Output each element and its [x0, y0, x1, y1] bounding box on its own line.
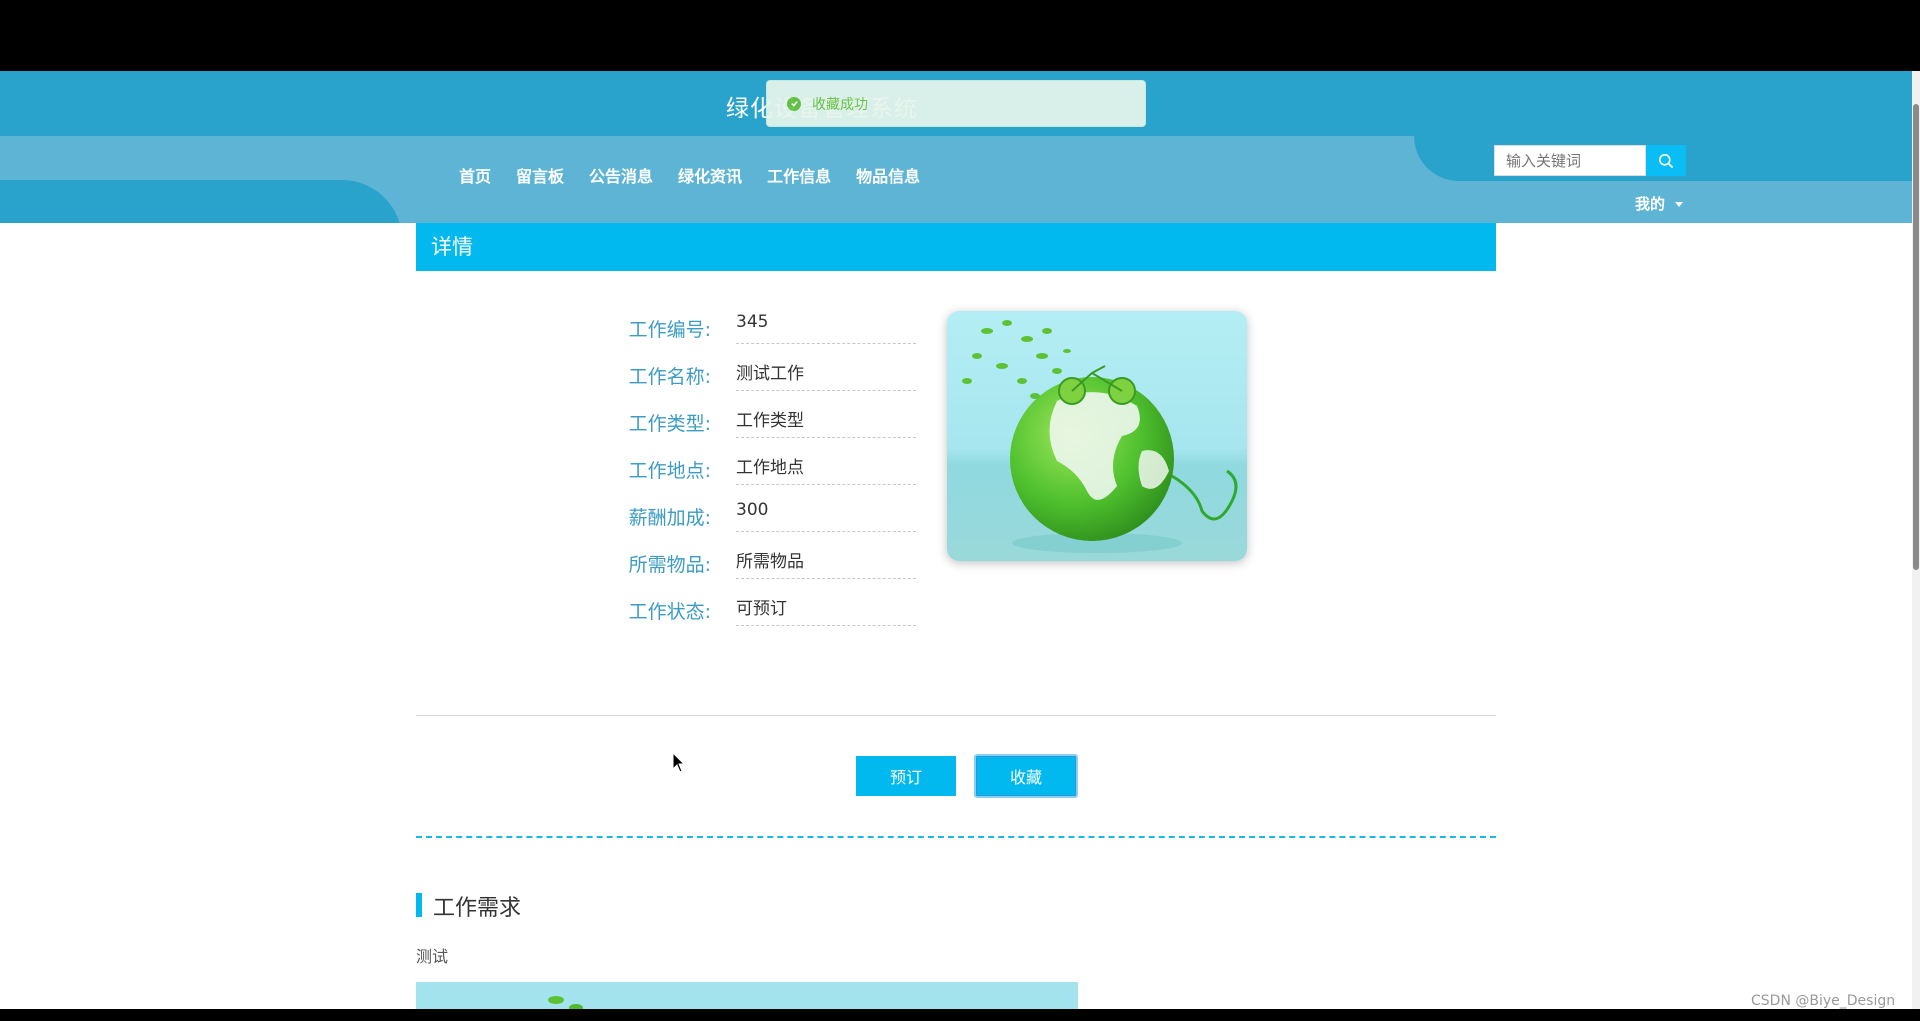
detail-header: 详情 — [416, 223, 1496, 271]
field-label-job-location: 工作地点: — [628, 460, 711, 482]
main-nav: 首页 留言板 公告消息 绿化资讯 工作信息 物品信息 — [459, 163, 945, 187]
mouse-cursor-icon — [672, 751, 686, 778]
field-value-job-location: 工作地点 — [736, 449, 916, 485]
field-value-salary-bonus: 300 — [736, 496, 916, 532]
nav-item-message-board[interactable]: 留言板 — [516, 163, 564, 187]
green-earth-bicycle-image — [947, 311, 1247, 561]
search-icon — [1659, 153, 1674, 168]
user-menu[interactable]: 我的 — [1635, 193, 1684, 214]
field-label-job-name: 工作名称: — [628, 366, 711, 388]
nav-item-home[interactable]: 首页 — [459, 163, 491, 187]
field-value-required-items: 所需物品 — [736, 543, 916, 579]
search-button[interactable] — [1646, 145, 1686, 176]
section-accent-bar — [416, 893, 422, 917]
nav-decoration-left — [0, 180, 402, 223]
field-label-required-items: 所需物品: — [628, 554, 711, 576]
vertical-scrollbar[interactable] — [1912, 71, 1920, 1009]
reserve-button[interactable]: 预订 — [856, 756, 956, 796]
scrollbar-thumb[interactable] — [1913, 104, 1919, 570]
favorite-button[interactable]: 收藏 — [974, 754, 1078, 798]
field-value-job-type: 工作类型 — [736, 402, 916, 438]
nav-item-goods-info[interactable]: 物品信息 — [856, 163, 920, 187]
field-value-job-status: 可预订 — [736, 590, 916, 626]
search-input[interactable] — [1494, 145, 1646, 176]
caret-down-icon — [1675, 202, 1684, 207]
requirements-text: 测试 — [416, 947, 449, 966]
user-menu-label: 我的 — [1635, 195, 1666, 213]
dashed-divider — [416, 836, 1496, 838]
nav-item-announcements[interactable]: 公告消息 — [589, 163, 653, 187]
success-toast: 收藏成功 — [766, 80, 1146, 127]
check-circle-icon — [787, 96, 801, 111]
field-label-job-number: 工作编号: — [628, 319, 711, 341]
field-value-job-name: 测试工作 — [736, 355, 916, 391]
page: 绿化设备管理系统 收藏成功 首页 留言板 公告消息 绿化资讯 工作信息 物品信息… — [0, 71, 1912, 1009]
requirements-image — [416, 982, 1078, 1009]
nav-bar: 首页 留言板 公告消息 绿化资讯 工作信息 物品信息 我的 — [0, 136, 1912, 223]
field-label-job-type: 工作类型: — [628, 413, 711, 435]
section-divider — [416, 715, 1496, 716]
field-label-salary-bonus: 薪酬加成: — [628, 507, 711, 529]
nav-item-greening-news[interactable]: 绿化资讯 — [678, 163, 742, 187]
top-header: 绿化设备管理系统 收藏成功 — [0, 71, 1912, 136]
nav-item-job-info[interactable]: 工作信息 — [767, 163, 831, 187]
watermark: CSDN @Biye_Design — [1751, 993, 1896, 1009]
field-value-job-number: 345 — [736, 308, 916, 344]
toast-message: 收藏成功 — [812, 96, 868, 113]
requirements-title: 工作需求 — [433, 896, 522, 921]
field-label-job-status: 工作状态: — [628, 601, 711, 623]
